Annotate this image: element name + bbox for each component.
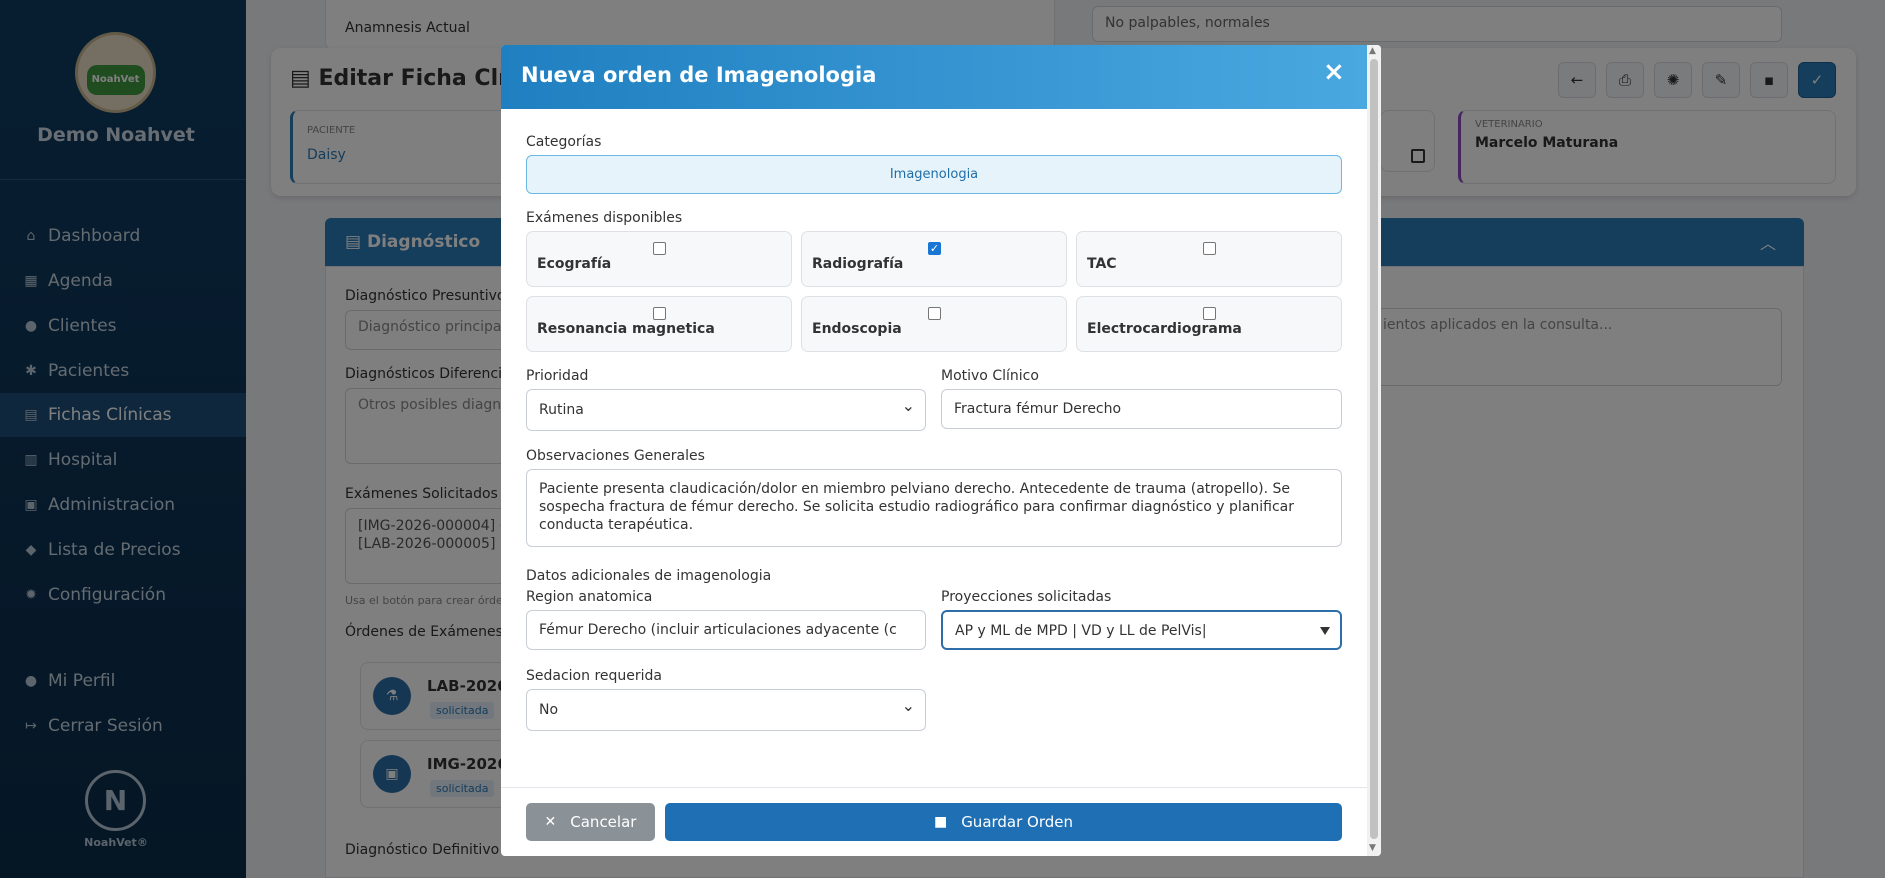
sedacion-select[interactable]: No bbox=[526, 689, 926, 731]
exam-name: Resonancia magnetica bbox=[537, 321, 715, 337]
close-icon[interactable]: × bbox=[1323, 59, 1345, 85]
dropdown-triangle-icon[interactable] bbox=[1320, 627, 1330, 635]
prioridad-label: Prioridad bbox=[526, 368, 589, 384]
sedacion-label: Sedacion requerida bbox=[526, 668, 662, 684]
scrollbar-thumb[interactable] bbox=[1370, 59, 1378, 839]
exam-name: Electrocardiograma bbox=[1087, 321, 1242, 337]
region-input[interactable]: Fémur Derecho (incluir articulaciones ad… bbox=[526, 610, 926, 650]
modal-header: Nueva orden de Imagenologia × bbox=[501, 45, 1367, 109]
proyecciones-value: AP y ML de MPD | VD y LL de PelVis bbox=[955, 623, 1202, 639]
modal-title: Nueva orden de Imagenologia bbox=[521, 63, 877, 87]
category-imagenologia[interactable]: Imagenologia bbox=[526, 155, 1342, 194]
exam-name: TAC bbox=[1087, 256, 1117, 272]
exam-checkbox[interactable] bbox=[653, 242, 666, 255]
exam-option-radiografia[interactable]: Radiografía ✓ bbox=[801, 231, 1067, 287]
scroll-down-icon[interactable]: ▼ bbox=[1369, 843, 1376, 853]
proyecciones-label: Proyecciones solicitadas bbox=[941, 589, 1112, 605]
exam-checkbox[interactable] bbox=[1203, 242, 1216, 255]
scroll-up-icon[interactable]: ▲ bbox=[1369, 46, 1376, 56]
exam-name: Endoscopia bbox=[812, 321, 902, 337]
exam-option-electrocardiograma[interactable]: Electrocardiograma bbox=[1076, 296, 1342, 352]
region-label: Region anatomica bbox=[526, 589, 653, 605]
motivo-input[interactable]: Fractura fémur Derecho bbox=[941, 389, 1342, 429]
exam-checkbox[interactable] bbox=[928, 307, 941, 320]
categorias-label: Categorías bbox=[526, 134, 602, 150]
prioridad-select[interactable]: Rutina bbox=[526, 389, 926, 431]
observaciones-label: Observaciones Generales bbox=[526, 448, 705, 464]
exam-option-endoscopia[interactable]: Endoscopia bbox=[801, 296, 1067, 352]
exam-name: Ecografía bbox=[537, 256, 612, 272]
motivo-label: Motivo Clínico bbox=[941, 368, 1039, 384]
modal-scrollbar[interactable]: ▲ ▼ bbox=[1367, 45, 1381, 856]
exam-name: Radiografía bbox=[812, 256, 904, 272]
observaciones-textarea[interactable]: Paciente presenta claudicación/dolor en … bbox=[526, 469, 1342, 547]
exam-option-tac[interactable]: TAC bbox=[1076, 231, 1342, 287]
save-label: Guardar Orden bbox=[961, 813, 1074, 831]
cancel-button[interactable]: ✕ Cancelar bbox=[526, 803, 655, 841]
cancel-label: Cancelar bbox=[570, 813, 637, 831]
exam-checkbox-checked[interactable]: ✓ bbox=[928, 242, 941, 255]
exam-checkbox[interactable] bbox=[653, 307, 666, 320]
imaging-order-modal: Nueva orden de Imagenologia × ▲ ▼ Catego… bbox=[501, 45, 1381, 856]
exam-option-resonancia[interactable]: Resonancia magnetica bbox=[526, 296, 792, 352]
exam-checkbox[interactable] bbox=[1203, 307, 1216, 320]
floppy-icon: ■ bbox=[933, 814, 948, 830]
proyecciones-input[interactable]: AP y ML de MPD | VD y LL de PelVis| bbox=[941, 610, 1342, 650]
examenes-label: Exámenes disponibles bbox=[526, 210, 683, 226]
datos-adicionales-label: Datos adicionales de imagenologia bbox=[526, 568, 772, 584]
save-order-button[interactable]: ■ Guardar Orden bbox=[665, 803, 1342, 841]
exam-option-ecografia[interactable]: Ecografía bbox=[526, 231, 792, 287]
modal-footer-divider bbox=[501, 787, 1367, 788]
text-cursor: | bbox=[1201, 623, 1207, 639]
close-icon: ✕ bbox=[544, 814, 557, 830]
